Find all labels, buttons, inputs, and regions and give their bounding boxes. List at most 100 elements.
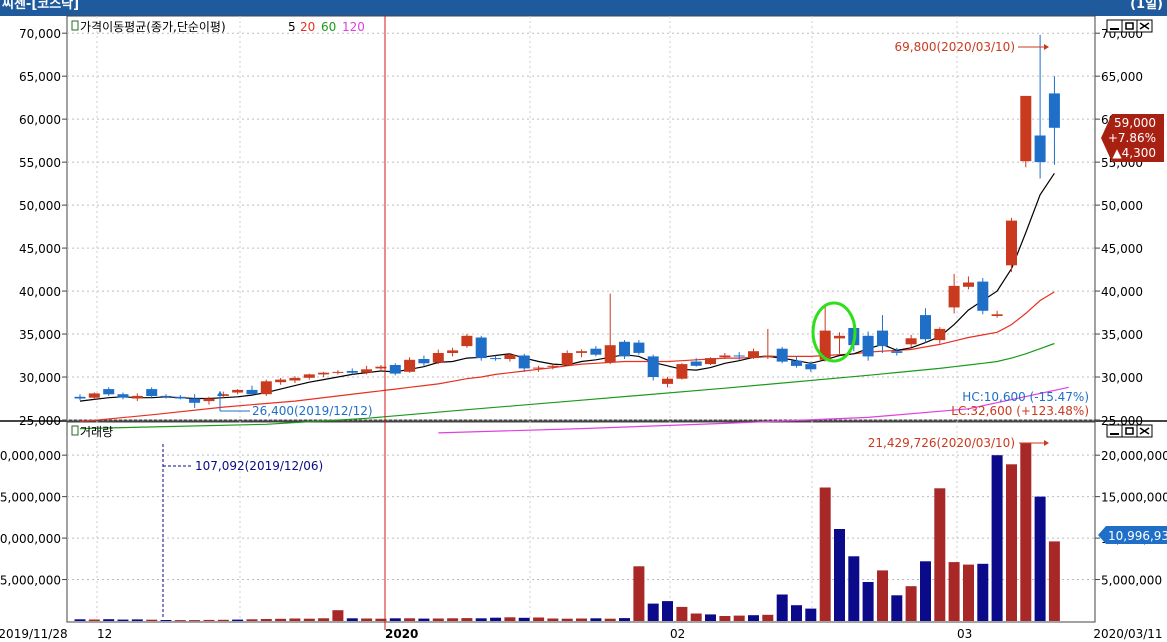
volume-bar [848,556,860,621]
candle-body [619,341,630,357]
candle-body [318,372,330,375]
volume-bar [533,617,545,621]
candle-body [748,351,759,359]
volume-tick-label-left: 20,000,000 [0,449,61,463]
volume-bar [232,619,244,621]
current-price: 59,000 [1114,116,1156,130]
candle-body [948,285,960,308]
volume-bar [576,618,587,621]
volume-legend-checkbox-icon[interactable] [71,425,79,436]
y-tick-label-right: 40,000 [1101,285,1143,299]
candle-body [963,282,974,287]
y-tick-label-left: 40,000 [19,285,61,299]
volume-bar [647,603,659,621]
candle-body [633,342,645,353]
candle-body [862,335,874,357]
candle-body [346,371,358,373]
volume-bar [963,564,974,621]
volume-bar [619,618,630,621]
candle-body [232,389,244,393]
y-tick-label-right: 30,000 [1101,371,1143,385]
legend-period-5: 5 [288,20,296,34]
volume-high-annotation: 21,429,726(2020/03/10) [868,436,1015,450]
volume-bar [791,605,802,621]
y-tick-label-right: 50,000 [1101,199,1143,213]
legend-period-60: 60 [321,20,336,34]
volume-bar [203,619,215,621]
volume-bar [146,619,158,621]
y-tick-label-left: 45,000 [19,242,61,256]
candle-body [389,365,401,374]
candle-body [561,353,573,365]
current-volume: 10,996,935 [1108,529,1167,543]
candle-body [834,335,845,339]
volume-tick-label-right: 5,000,000 [1101,574,1162,588]
volume-tick-label-right: 15,000,000 [1101,491,1167,505]
volume-bar [719,616,731,621]
candle-body [891,351,903,353]
volume-bar [174,620,186,622]
volume-bar [518,617,530,621]
volume-bar [103,619,115,621]
volume-bar [1020,443,1032,621]
volume-bar [991,455,1003,621]
candle-body [533,367,545,369]
volume-bar [289,618,301,621]
volume-bar [1048,541,1060,621]
candle-body [762,355,774,358]
price-high-annotation: 69,800(2020/03/10) [894,40,1015,54]
volume-bar [432,618,444,621]
candle-body [432,353,444,363]
legend-period-120: 120 [342,20,365,34]
volume-bar [361,618,373,621]
min-icon[interactable] [1106,19,1123,33]
x-label-feb: 02 [670,627,685,641]
volume-bar [1006,464,1017,621]
price-low-annotation: 26,400(2019/12/12) [252,404,373,418]
volume-bar [217,619,229,621]
volume-bar [547,618,559,621]
volume-bar [590,618,602,621]
candle-body [332,371,344,373]
hc-annotation: HC:10,600 (-15.47%) [962,390,1089,404]
price-panel[interactable] [66,15,1096,421]
max-icon[interactable] [1121,19,1138,33]
volume-bar [318,618,330,621]
candle-body [920,315,931,340]
volume-bar [604,618,616,621]
candle-body [260,381,272,395]
candle-body [475,337,487,359]
volume-min-icon[interactable] [1106,424,1123,438]
x-label-2020: 2020 [385,627,418,641]
price-panel-controls [1106,19,1153,33]
volume-bar [332,610,344,621]
candle-body [604,345,616,363]
volume-bar [504,617,516,621]
volume-bar [690,613,702,621]
x-label-mar: 03 [957,627,972,641]
legend-ma-label: 가격이동평균(종가,단순이평) [80,20,226,34]
candle-body [877,330,888,347]
volume-bar [934,488,946,621]
volume-bar [905,586,917,621]
candle-body [289,377,301,381]
candle-body [74,396,86,399]
legend-checkbox-icon[interactable] [71,20,79,31]
candle-body [490,358,502,360]
y-tick-label-left: 60,000 [19,113,61,127]
stock-chart[interactable]: 25,000 25,00030,000 30,00035,000 35,00040,0… [0,0,1167,642]
candle-body [88,393,100,398]
volume-bar [475,618,487,621]
volume-max-icon[interactable] [1121,424,1138,438]
candle-body [146,389,158,396]
candle-body [174,396,186,399]
candle-body [934,328,946,341]
y-tick-label-left: 55,000 [19,156,61,170]
candle-body [246,389,258,395]
volume-tick-label-left: 10,000,000 [0,532,61,546]
candle-body [189,398,201,403]
candle-body [791,360,802,366]
candle-body [647,356,659,377]
candle-body [303,374,315,378]
current-price-tag: 59,000 +7.86% ▲4,300 [1101,114,1164,162]
